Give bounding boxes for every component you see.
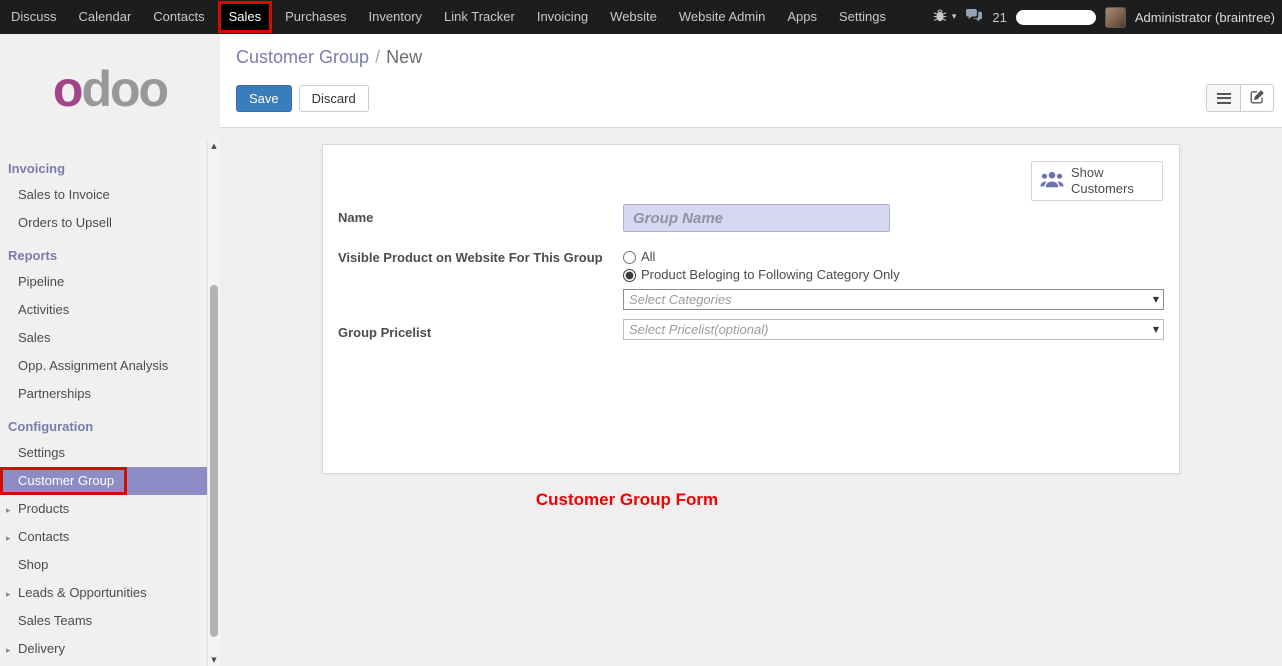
breadcrumb-current: New	[386, 47, 422, 67]
form-view-button[interactable]	[1240, 84, 1274, 112]
categories-select-placeholder: Select Categories	[629, 292, 732, 307]
show-customers-button[interactable]: Show Customers	[1031, 161, 1163, 201]
odoo-logo: odoo	[0, 34, 220, 128]
menu-link-tracker[interactable]: Link Tracker	[433, 0, 526, 34]
form-sheet: Show Customers Name Visible Product on W…	[322, 144, 1180, 474]
sidebar-item-leads-opportunities[interactable]: ▸Leads & Opportunities	[0, 579, 220, 607]
menu-discuss[interactable]: Discuss	[0, 0, 68, 34]
breadcrumb-separator: /	[375, 47, 380, 67]
scroll-up-icon[interactable]: ▲	[208, 140, 220, 152]
sidebar-item-sales-teams[interactable]: Sales Teams	[0, 607, 220, 635]
menu-website-admin[interactable]: Website Admin	[668, 0, 776, 34]
sidebar-section-reports: Reports	[0, 237, 220, 268]
sidebar-item-label: Products	[18, 501, 69, 516]
menu-website[interactable]: Website	[599, 0, 668, 34]
expand-arrow-icon: ▸	[6, 534, 18, 544]
menu-settings[interactable]: Settings	[828, 0, 897, 34]
sidebar-item-activities[interactable]: Activities	[0, 296, 220, 324]
sidebar-section-configuration: Configuration	[0, 408, 220, 439]
list-view-button[interactable]	[1206, 84, 1240, 112]
sidebar-section-invoicing: Invoicing	[0, 150, 220, 181]
view-switcher	[1206, 84, 1274, 112]
scrollbar-thumb[interactable]	[210, 285, 218, 637]
edit-form-icon	[1250, 89, 1265, 107]
menu-apps[interactable]: Apps	[776, 0, 828, 34]
radio-option-category-only[interactable]: Product Beloging to Following Category O…	[623, 266, 1164, 284]
sidebar-item-orders-to-upsell[interactable]: Orders to Upsell	[0, 209, 220, 237]
sidebar-item-contacts[interactable]: ▸Contacts	[0, 523, 220, 551]
sidebar-item-label: Leads & Opportunities	[18, 585, 147, 600]
radio-label-category-only: Product Beloging to Following Category O…	[641, 266, 900, 284]
sidebar: odoo Invoicing Sales to Invoice Orders t…	[0, 34, 220, 666]
menu-sales[interactable]: Sales	[218, 1, 273, 33]
visible-products-field-label: Visible Product on Website For This Grou…	[338, 248, 623, 265]
avatar[interactable]	[1105, 7, 1126, 28]
sidebar-item-label: Contacts	[18, 529, 69, 544]
pricelist-select-placeholder: Select Pricelist(optional)	[629, 322, 768, 337]
menu-inventory[interactable]: Inventory	[358, 0, 433, 34]
sidebar-item-customer-group[interactable]: Customer Group	[0, 467, 220, 495]
expand-arrow-icon: ▸	[6, 646, 18, 656]
control-panel-buttons: Save Discard	[236, 84, 1274, 112]
dropdown-arrow-icon: ▼	[1153, 295, 1159, 304]
group-name-input[interactable]	[623, 204, 890, 232]
sidebar-scrollbar[interactable]: ▲ ▼	[207, 140, 220, 666]
scroll-down-icon[interactable]: ▼	[208, 654, 220, 666]
save-button[interactable]: Save	[236, 85, 292, 112]
top-nav: Discuss Calendar Contacts Sales Purchase…	[0, 0, 1282, 34]
annotation-highlight-customer-group: Customer Group	[0, 467, 127, 495]
main-content: Customer Group / New Save Discard	[220, 34, 1282, 666]
sidebar-item-shop[interactable]: Shop	[0, 551, 220, 579]
radio-option-all[interactable]: All	[623, 248, 1164, 266]
breadcrumb: Customer Group / New	[236, 47, 1274, 68]
content-body: Show Customers Name Visible Product on W…	[220, 128, 1282, 666]
timer-widget[interactable]	[1016, 10, 1096, 25]
pricelist-select[interactable]: Select Pricelist(optional) ▼	[623, 319, 1164, 340]
top-menu-bar: Discuss Calendar Contacts Sales Purchase…	[0, 0, 897, 34]
sidebar-menu: Invoicing Sales to Invoice Orders to Ups…	[0, 150, 220, 663]
dropdown-arrow-icon: ▼	[1153, 325, 1159, 334]
sidebar-item-partnerships[interactable]: Partnerships	[0, 380, 220, 408]
sidebar-item-settings[interactable]: Settings	[0, 439, 220, 467]
menu-invoicing[interactable]: Invoicing	[526, 0, 599, 34]
app-body: odoo Invoicing Sales to Invoice Orders t…	[0, 34, 1282, 666]
radio-input-category-only[interactable]	[623, 269, 636, 282]
radio-label-all: All	[641, 248, 655, 266]
name-field-label: Name	[338, 204, 623, 225]
sidebar-item-products[interactable]: ▸Products	[0, 495, 220, 523]
messages-icon[interactable]	[965, 8, 983, 26]
categories-select[interactable]: Select Categories ▼	[623, 289, 1164, 310]
show-customers-label: Show Customers	[1071, 165, 1145, 198]
customers-group-icon	[1040, 171, 1064, 191]
field-row-name: Name	[338, 204, 1164, 232]
sidebar-item-sales-to-invoice[interactable]: Sales to Invoice	[0, 181, 220, 209]
control-panel: Customer Group / New Save Discard	[220, 34, 1282, 128]
topbar-right: ▾ 21 Administrator (braintree)	[933, 7, 1282, 28]
discard-button[interactable]: Discard	[299, 85, 369, 112]
caret-down-icon[interactable]: ▾	[952, 12, 957, 22]
radio-input-all[interactable]	[623, 251, 636, 264]
field-row-group-pricelist: Group Pricelist Select Pricelist(optiona…	[338, 319, 1164, 340]
menu-contacts[interactable]: Contacts	[142, 0, 215, 34]
sidebar-item-sales[interactable]: Sales	[0, 324, 220, 352]
breadcrumb-customer-group-link[interactable]: Customer Group	[236, 47, 369, 67]
sidebar-item-opp-assignment-analysis[interactable]: Opp. Assignment Analysis	[0, 352, 220, 380]
menu-calendar[interactable]: Calendar	[68, 0, 143, 34]
expand-arrow-icon: ▸	[6, 506, 18, 516]
sidebar-item-label: Delivery	[18, 641, 65, 656]
expand-arrow-icon: ▸	[6, 590, 18, 600]
user-menu[interactable]: Administrator (braintree)	[1135, 10, 1275, 25]
field-row-visible-products: Visible Product on Website For This Grou…	[338, 248, 1164, 310]
sidebar-item-delivery[interactable]: ▸Delivery	[0, 635, 220, 663]
debug-bug-icon[interactable]	[933, 9, 947, 25]
sidebar-item-pipeline[interactable]: Pipeline	[0, 268, 220, 296]
message-count[interactable]: 21	[992, 10, 1006, 25]
group-pricelist-field-label: Group Pricelist	[338, 319, 623, 340]
list-icon	[1217, 93, 1231, 104]
menu-purchases[interactable]: Purchases	[274, 0, 357, 34]
annotation-caption: Customer Group Form	[220, 490, 1034, 510]
